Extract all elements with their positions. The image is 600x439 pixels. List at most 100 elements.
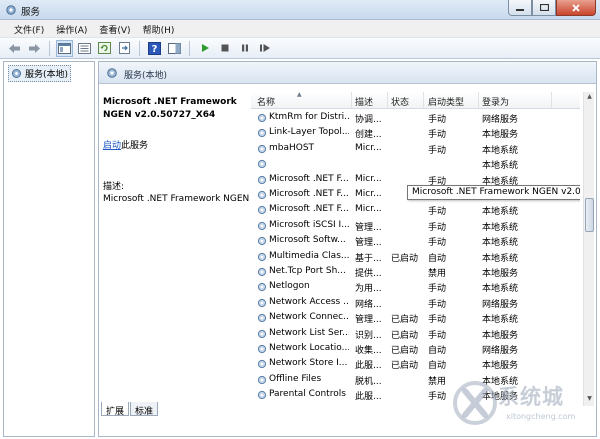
start-service-button[interactable] xyxy=(196,40,213,57)
tab-extended[interactable]: 扩展 xyxy=(101,402,130,417)
menu-view[interactable]: 查看(V) xyxy=(93,20,136,37)
menu-action[interactable]: 操作(A) xyxy=(50,20,93,37)
help-icon: ? xyxy=(148,41,161,55)
minimize-button[interactable] xyxy=(508,0,532,16)
tab-standard[interactable]: 标准 xyxy=(130,402,159,417)
cell-description: 协调... xyxy=(355,115,382,125)
column-header-logon-as[interactable]: 登录为 xyxy=(482,95,509,109)
table-row[interactable]: Netlogon 为用... 手动 本地系统 xyxy=(251,279,580,294)
cell-description: Micr... xyxy=(355,189,382,199)
menu-file[interactable]: 文件(F) xyxy=(8,20,50,37)
site-watermark-logo: 系统城 xitongcheng.com xyxy=(448,372,598,438)
services-gear-icon xyxy=(12,69,21,78)
stop-service-button[interactable] xyxy=(216,40,233,57)
column-header-startup-type[interactable]: 启动类型 xyxy=(428,95,464,109)
cell-name: Network Locatio... xyxy=(269,343,349,353)
list-icon xyxy=(78,42,91,54)
vertical-scrollbar[interactable]: ▲ ▼ xyxy=(583,92,594,406)
properties-list-button[interactable] xyxy=(76,40,93,57)
show-action-pane-button[interactable] xyxy=(166,40,183,57)
cell-name: Network Connec... xyxy=(269,312,349,323)
export-icon xyxy=(119,42,130,54)
action-pane-icon xyxy=(168,42,181,54)
cell-name: Network Store I... xyxy=(269,358,348,369)
service-gear-icon xyxy=(257,160,267,169)
service-gear-icon xyxy=(257,283,267,292)
maximize-button[interactable] xyxy=(532,0,556,16)
table-row[interactable]: Network Access ... 网络... 手动 网络服务 xyxy=(251,295,580,310)
cell-status: 已启动 xyxy=(391,361,419,372)
table-row[interactable]: Network List Ser... 识别... 已启动 手动 本地服务 xyxy=(251,326,580,341)
menu-help[interactable]: 帮助(H) xyxy=(137,20,181,37)
help-button[interactable]: ? xyxy=(146,40,163,57)
service-gear-icon xyxy=(257,252,267,261)
cell-logon-as: 网络服务 xyxy=(482,346,519,356)
column-header-status[interactable]: 状态 xyxy=(391,95,409,109)
description-text: Microsoft .NET Framework NGEN xyxy=(103,194,250,204)
cell-startup-type: 手动 xyxy=(428,222,447,233)
close-button[interactable] xyxy=(556,0,596,16)
tree-item-services-local[interactable]: 服务(本地) xyxy=(8,65,72,82)
start-service-suffix: 此服务 xyxy=(121,141,149,151)
column-separator[interactable] xyxy=(551,92,552,108)
restart-service-button[interactable] xyxy=(256,40,273,57)
cell-description: 管理... xyxy=(355,315,382,326)
table-row[interactable]: Net.Tcp Port Sh... 提供... 禁用 本地服务 xyxy=(251,264,580,279)
cell-description: 收集... xyxy=(355,346,382,356)
minimize-icon xyxy=(516,8,524,11)
table-row[interactable]: KtmRm for Distri... 协调... 手动 网络服务 xyxy=(251,110,580,125)
table-row[interactable]: Network Locatio... 收集... 已启动 自动 网络服务 xyxy=(251,341,580,356)
pause-icon xyxy=(241,44,248,52)
forward-arrow-icon xyxy=(29,43,40,53)
refresh-button[interactable] xyxy=(96,40,113,57)
table-row[interactable]: Network Store I... 此服... 已启动 自动 本地服务 xyxy=(251,356,580,371)
maximize-icon xyxy=(539,4,549,11)
selected-service-name: Microsoft .NET Framework NGEN v2.0.50727… xyxy=(103,97,237,120)
cell-name: Net.Tcp Port Sh... xyxy=(269,266,346,276)
back-button[interactable] xyxy=(6,40,23,57)
service-gear-icon xyxy=(257,237,267,246)
tree-item-label: 服务(本地) xyxy=(25,70,69,80)
extended-description-panel: Microsoft .NET Framework NGEN v2.0.50727… xyxy=(103,96,251,204)
show-console-tree-button[interactable] xyxy=(56,39,73,57)
cell-startup-type: 手动 xyxy=(428,238,447,249)
cell-status: 已启动 xyxy=(391,330,419,341)
cell-status: 已启动 xyxy=(391,253,419,264)
table-row[interactable]: Microsoft iSCSI I... 管理... 手动 本地系统 xyxy=(251,218,580,233)
cell-name: KtmRm for Distri... xyxy=(269,112,349,122)
column-separator[interactable] xyxy=(351,92,352,108)
service-gear-icon xyxy=(257,298,267,307)
table-row[interactable]: Network Connec... 管理... 已启动 手动 本地系统 xyxy=(251,310,580,325)
table-row[interactable]: Link-Layer Topol... 创建... 手动 本地服务 xyxy=(251,125,580,140)
table-row[interactable]: 本地系统 xyxy=(251,156,580,171)
column-separator[interactable] xyxy=(387,92,388,108)
cell-description: 此服... xyxy=(355,392,382,403)
table-row[interactable]: Microsoft .NET F... Micr... 手动 本地系统 xyxy=(251,202,580,217)
table-row[interactable]: Multimedia Clas... 基于... 已启动 自动 本地系统 xyxy=(251,249,580,264)
cell-startup-type: 手动 xyxy=(428,315,447,326)
table-row[interactable]: Microsoft Softw... 管理... 手动 本地系统 xyxy=(251,233,580,248)
toolbar-separator xyxy=(49,40,50,56)
scrollbar-thumb[interactable] xyxy=(585,198,594,232)
cell-logon-as: 本地服务 xyxy=(482,269,519,279)
play-icon xyxy=(201,44,209,52)
cell-logon-as: 本地系统 xyxy=(482,253,519,264)
cell-description: 创建... xyxy=(355,130,382,141)
pause-service-button[interactable] xyxy=(236,40,253,57)
column-header-description[interactable]: 描述 xyxy=(355,95,373,109)
scroll-up-arrow-icon[interactable]: ▲ xyxy=(585,93,594,103)
table-row[interactable]: mbaHOST Micr... 手动 本地系统 xyxy=(251,141,580,156)
services-gear-icon xyxy=(107,68,117,78)
export-list-button[interactable] xyxy=(116,40,133,57)
service-name-tooltip: Microsoft .NET Framework NGEN v2.0.50727… xyxy=(407,185,580,200)
column-separator[interactable] xyxy=(423,92,424,108)
cell-logon-as: 本地系统 xyxy=(482,161,519,172)
column-separator[interactable] xyxy=(478,92,479,108)
watermark-cn-text: 系统城 xyxy=(498,385,564,409)
start-service-link[interactable]: 启动 xyxy=(103,141,121,151)
description-label: 描述: xyxy=(103,182,125,192)
refresh-icon xyxy=(98,42,111,54)
column-header-name[interactable]: 名称 xyxy=(257,95,275,109)
cell-description: 脱机... xyxy=(355,376,382,387)
forward-button[interactable] xyxy=(26,40,43,57)
